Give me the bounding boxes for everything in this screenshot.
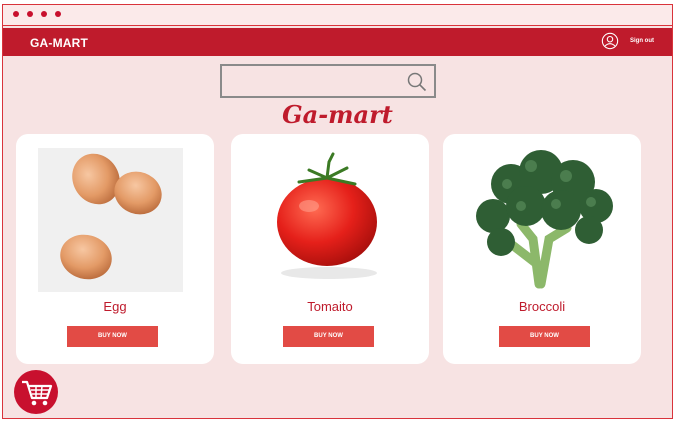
window-dot xyxy=(55,11,61,17)
eggs-image xyxy=(38,148,183,292)
shopping-cart-icon xyxy=(22,380,53,406)
top-navbar: GA-MART Sign out xyxy=(3,28,672,56)
product-name: Tomaito xyxy=(307,299,353,314)
window-dot xyxy=(41,11,47,17)
buy-now-button[interactable]: BUY NOW xyxy=(499,326,590,347)
tomato-image xyxy=(259,148,399,288)
user-circle-icon[interactable] xyxy=(601,32,619,50)
search-icon[interactable] xyxy=(406,71,428,93)
buy-now-button[interactable]: BUY NOW xyxy=(67,326,158,347)
product-name: Egg xyxy=(103,299,127,314)
brand-name[interactable]: GA-MART xyxy=(30,36,88,50)
app-frame: GA-MART Sign out Ga-mart Egg BUY NOW Tom… xyxy=(2,4,673,419)
window-dot xyxy=(27,11,33,17)
product-card-tomato: Tomaito BUY NOW xyxy=(231,134,429,364)
signout-link[interactable]: Sign out xyxy=(630,38,654,44)
search-input[interactable] xyxy=(220,64,436,98)
window-dot xyxy=(13,11,19,17)
product-card-broccoli: Broccoli BUY NOW xyxy=(443,134,641,364)
buy-now-button[interactable]: BUY NOW xyxy=(283,326,374,347)
product-name: Broccoli xyxy=(518,299,566,314)
window-chrome xyxy=(3,5,672,26)
broccoli-image xyxy=(476,150,613,289)
store-logo: Ga-mart xyxy=(282,100,393,129)
cart-button[interactable] xyxy=(14,370,58,414)
product-card-egg: Egg BUY NOW xyxy=(16,134,214,364)
